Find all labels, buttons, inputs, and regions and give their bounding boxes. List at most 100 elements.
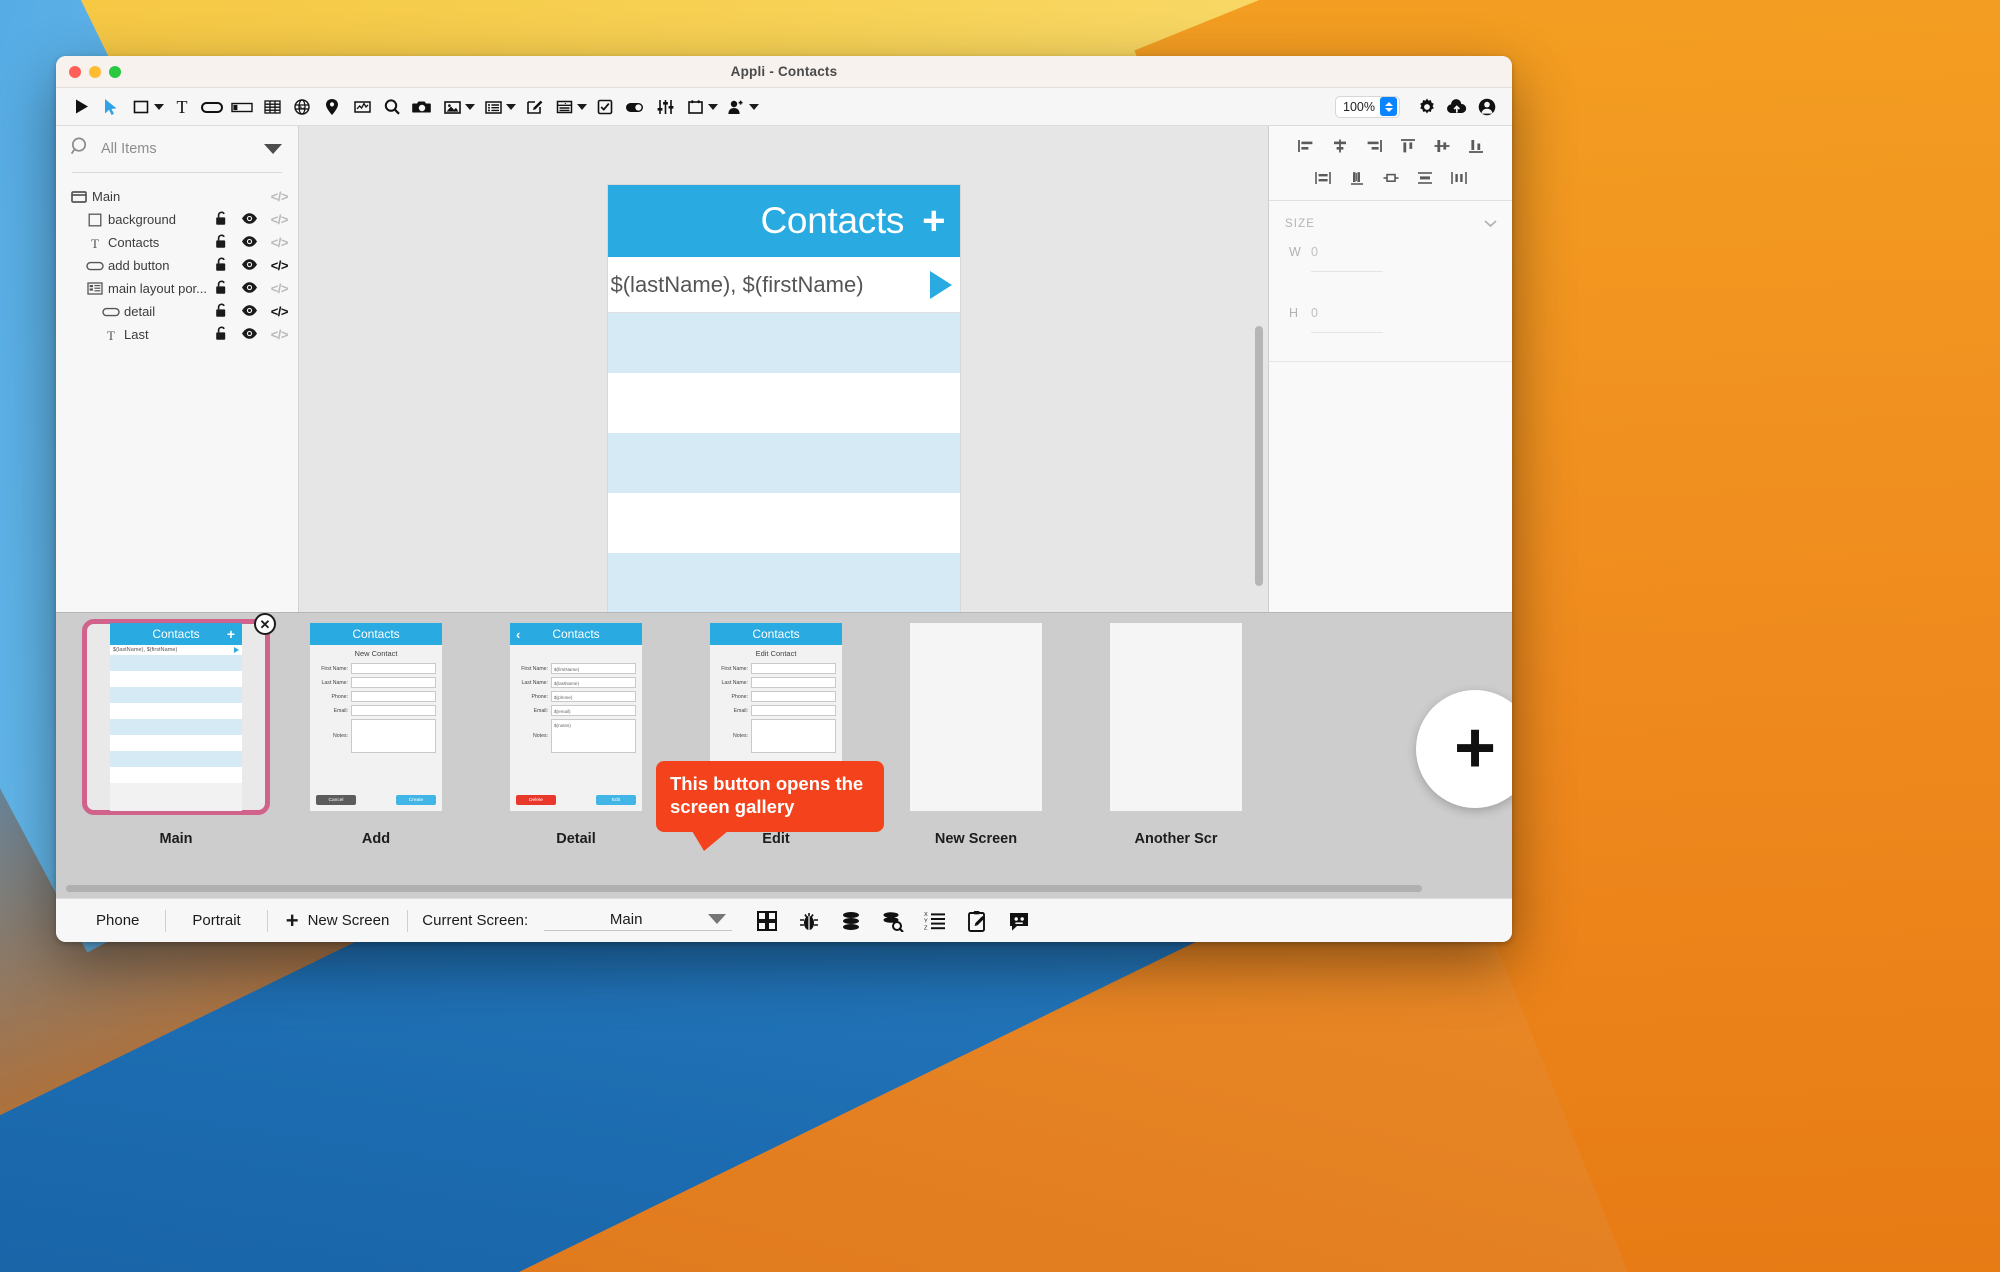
align-left-icon[interactable] [1296,136,1316,156]
mini-field-input[interactable]: $(phone) [551,691,636,702]
gear-icon[interactable] [1412,92,1442,122]
code-icon[interactable]: </> [271,304,289,319]
gallery-screen-detail[interactable]: ‹ Contacts First Name: $(firstName) Last Na… [476,619,676,847]
mini-field-input[interactable]: $(firstName) [551,663,636,674]
image-dropdown-chevron-icon[interactable] [465,103,475,110]
text-icon[interactable]: T [167,92,197,122]
center-in-container-icon[interactable] [1415,168,1435,188]
eye-visibility-icon[interactable] [241,258,258,274]
debug-bug-icon[interactable] [796,908,822,934]
unlock-icon[interactable] [215,211,228,229]
tree-item-last[interactable]: T Last </> [56,323,298,346]
sort-list-icon[interactable]: XYZ [922,908,948,934]
chart-icon[interactable] [347,92,377,122]
input-field-icon[interactable] [227,92,257,122]
chat-bubble-icon[interactable] [1006,908,1032,934]
signature-icon[interactable] [519,92,549,122]
new-screen-button[interactable]: + New Screen [268,909,408,931]
phone-add-button[interactable]: + [922,201,945,241]
code-icon[interactable]: </> [271,189,289,204]
equal-spacing-icon[interactable] [1449,168,1469,188]
zoom-stepper[interactable]: 100% [1335,95,1400,118]
form-icon[interactable] [549,92,579,122]
unlock-icon[interactable] [215,280,228,298]
map-pin-icon[interactable] [317,92,347,122]
distribute-vertical-icon[interactable] [1347,168,1367,188]
image-icon[interactable] [437,92,467,122]
code-icon[interactable]: </> [271,212,289,227]
code-icon[interactable]: </> [271,281,289,296]
tree-item-contacts[interactable]: T Contacts </> [56,231,298,254]
orientation-label[interactable]: Portrait [166,912,266,929]
mini-button-create[interactable]: Create [396,795,436,805]
device-type-label[interactable]: Phone [70,912,165,929]
mini-field-input[interactable] [351,719,436,753]
mini-field-input[interactable] [351,705,436,716]
align-bottom-icon[interactable] [1466,136,1486,156]
eye-visibility-icon[interactable] [241,235,258,251]
gallery-thumb-frame[interactable] [1082,619,1270,815]
unlock-icon[interactable] [215,234,228,252]
mini-field-input[interactable] [751,663,836,674]
canvas-vertical-scrollbar[interactable] [1255,326,1263,586]
mini-field-input[interactable]: $(lastName) [551,677,636,688]
chevron-down-icon[interactable] [708,914,727,924]
form-dropdown-chevron-icon[interactable] [577,103,587,110]
tree-item-add-button[interactable]: add button </> [56,254,298,277]
cloud-upload-icon[interactable] [1442,92,1472,122]
database-search-icon[interactable] [880,908,906,934]
height-input[interactable]: 0 [1311,306,1383,333]
web-view-icon[interactable] [287,92,317,122]
objects-search-row[interactable]: All Items [56,126,298,172]
eye-visibility-icon[interactable] [241,304,258,320]
mini-field-input[interactable] [351,663,436,674]
list-dropdown-chevron-icon[interactable] [506,103,516,110]
size-equal-icon[interactable] [1381,168,1401,188]
database-icon[interactable] [838,908,864,934]
eye-visibility-icon[interactable] [241,212,258,228]
tree-item-main[interactable]: Main </> [56,185,298,208]
eye-visibility-icon[interactable] [241,327,258,343]
chevron-down-icon[interactable] [264,144,282,154]
unlock-icon[interactable] [215,257,228,275]
zoom-stepper-arrows[interactable] [1380,97,1397,116]
mini-field-input[interactable] [351,691,436,702]
mini-field-input[interactable]: $(notes) [551,719,636,753]
list-icon[interactable] [478,92,508,122]
mini-button-cancel[interactable]: Cancel [316,795,356,805]
unlock-icon[interactable] [215,326,228,344]
mini-add-icon[interactable]: + [227,626,235,642]
gallery-screen-add[interactable]: Contacts New Contact First Name: Last Name:… [276,619,476,847]
add-person-icon[interactable] [721,92,751,122]
tree-item-main-layout-por[interactable]: main layout por... </> [56,277,298,300]
mini-field-input[interactable] [751,677,836,688]
add-person-dropdown-chevron-icon[interactable] [749,103,759,110]
mini-field-input[interactable]: $(email) [551,705,636,716]
align-middle-vertical-icon[interactable] [1432,136,1452,156]
checkbox-icon[interactable] [590,92,620,122]
eye-visibility-icon[interactable] [241,281,258,297]
mini-field-input[interactable] [751,705,836,716]
camera-icon[interactable] [407,92,437,122]
shape-dropdown-chevron-icon[interactable] [154,103,164,110]
clipboard-edit-icon[interactable] [964,908,990,934]
run-play-icon[interactable] [66,92,96,122]
select-cursor-icon[interactable] [96,92,126,122]
table-icon[interactable] [257,92,287,122]
sliders-icon[interactable] [650,92,680,122]
mini-field-input[interactable] [751,719,836,753]
remove-screen-button[interactable]: ✕ [254,613,276,635]
gallery-screen-another-scr[interactable]: Another Scr [1076,619,1276,847]
gallery-screen-main[interactable]: Contacts + $(lastName), $(firstName) ✕ Main [76,613,276,847]
gallery-thumb-frame[interactable]: Contacts New Contact First Name: Last Name:… [282,619,470,815]
align-right-icon[interactable] [1364,136,1384,156]
code-icon[interactable]: </> [271,235,289,250]
code-icon[interactable]: </> [271,258,289,273]
gallery-thumb-frame[interactable]: ‹ Contacts First Name: $(firstName) Last Na… [482,619,670,815]
width-input[interactable]: 0 [1311,245,1383,272]
size-section-header[interactable]: SIZE [1269,201,1512,235]
objects-filter-label[interactable]: All Items [101,141,254,157]
design-canvas[interactable]: Contacts + $(lastName), $(firstName) [299,126,1269,612]
tree-item-background[interactable]: background </> [56,208,298,231]
screen-gallery-icon[interactable] [754,908,780,934]
